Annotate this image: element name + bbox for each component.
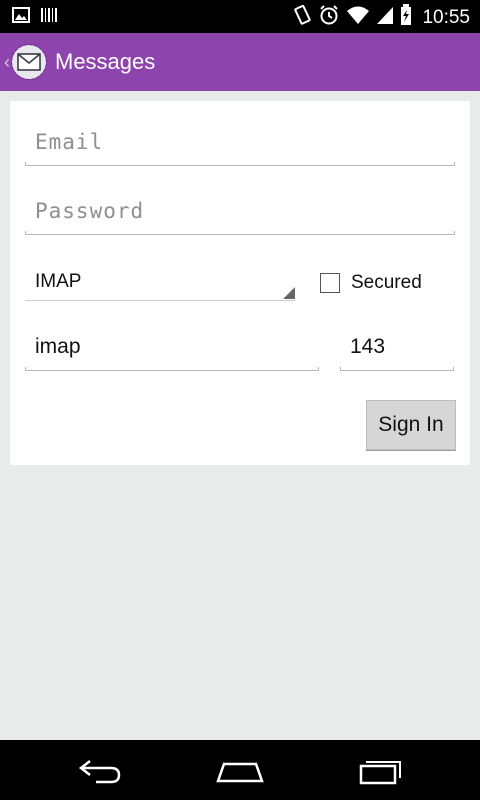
email-field-container <box>25 126 455 166</box>
navigation-bar <box>0 740 480 800</box>
alarm-icon <box>318 4 340 31</box>
sign-in-button[interactable]: Sign In <box>366 400 456 450</box>
status-bar: 10:55 <box>0 0 480 33</box>
protocol-value: IMAP <box>35 271 82 292</box>
status-time: 10:55 <box>422 6 470 28</box>
back-icon[interactable] <box>78 756 122 791</box>
password-underline <box>25 231 455 235</box>
secured-checkbox-row[interactable]: Secured <box>320 272 422 294</box>
action-bar: ‹ Messages <box>0 33 480 91</box>
battery-icon <box>400 4 412 31</box>
protocol-spinner[interactable]: IMAP <box>25 265 295 301</box>
port-field[interactable] <box>350 335 444 359</box>
envelope-icon[interactable] <box>11 44 47 80</box>
spinner-underline <box>25 300 295 301</box>
email-field[interactable] <box>35 130 445 154</box>
up-caret-icon[interactable]: ‹ <box>4 52 10 73</box>
password-field[interactable] <box>35 199 445 223</box>
rotate-icon <box>292 4 312 31</box>
image-icon <box>12 7 30 28</box>
host-underline <box>25 367 319 371</box>
email-underline <box>25 162 455 166</box>
host-field-container <box>25 331 319 371</box>
port-field-container <box>340 331 454 371</box>
secured-checkbox[interactable] <box>320 273 340 293</box>
password-field-container <box>25 195 455 235</box>
signal-icon <box>376 5 394 30</box>
barcode-icon <box>40 7 58 28</box>
recent-apps-icon[interactable] <box>358 756 404 791</box>
wifi-icon <box>346 5 370 30</box>
dropdown-triangle-icon <box>283 287 295 299</box>
home-icon[interactable] <box>216 756 264 791</box>
port-underline <box>340 367 454 371</box>
secured-label: Secured <box>351 272 422 293</box>
host-field[interactable] <box>35 335 309 359</box>
page-title: Messages <box>55 49 156 74</box>
login-card: IMAP Secured Sign In <box>10 101 470 465</box>
